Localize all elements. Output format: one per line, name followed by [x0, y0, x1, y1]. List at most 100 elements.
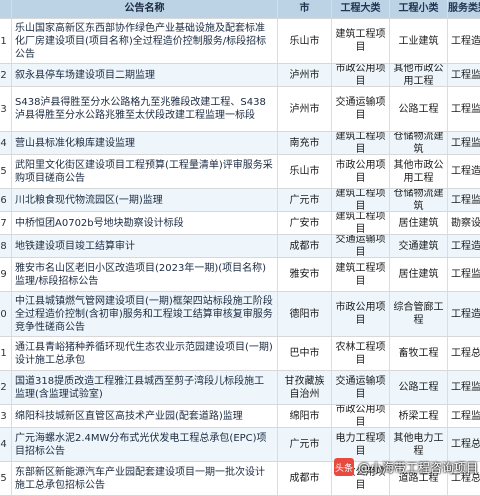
cell-name: 武阳里文化街区建设项目工程预算(工程量清单)评审服务采购项目磋商公告: [12, 155, 278, 188]
header-category: 工程大类: [332, 0, 390, 18]
cell-service: 工程造价: [451, 240, 480, 252]
cell-category: 交通运输项目: [332, 371, 390, 404]
cell-city: 南充市: [278, 132, 332, 154]
cell-subcategory: 居住建筑: [390, 212, 448, 234]
table-row[interactable]: 56川北粮食现代物流园区(一期)监理广元市建筑工程项目仓储物流建筑工程监理: [0, 189, 480, 212]
table-row[interactable]: 59雅安市名山区老旧小区改造项目(2023年一期)(项目名称)监理/标段招标公告…: [0, 258, 480, 292]
cell-no: 60: [0, 292, 12, 336]
cell-subcategory: 交通建筑: [390, 235, 448, 257]
cell-category: 建筑工程项目: [332, 19, 390, 63]
cell-subcategory: 畜牧工程: [390, 337, 448, 370]
cell-subcategory: 仓储物流建筑: [390, 132, 448, 154]
cell-no: 64: [0, 428, 12, 461]
cell-category: 交通运输项目: [332, 235, 390, 257]
cell-name: 国道318提质改造工程雅江县城西至剪子湾段儿标段施工监理(含监理试验室): [12, 371, 278, 404]
cell-category: 市政公用项目: [332, 405, 390, 427]
cell-no: 53: [0, 87, 12, 131]
table-row[interactable]: 51乐山国家高新区东西部协作绿色产业基础设施及配套标准化厂房建设项目(项目名称)…: [0, 19, 480, 64]
cell-no: 58: [0, 235, 12, 257]
cell-no: 55: [0, 155, 12, 188]
cell-name: 通江县青峪猪种养循环现代生态农业示范园建设项目(一期)设计施工总承包: [12, 337, 278, 370]
cell-subcategory: 居住建筑: [390, 258, 448, 291]
cell-no: 62: [0, 371, 12, 404]
cell-city: 成都市: [278, 235, 332, 257]
cell-service: 工程监理: [451, 382, 480, 393]
cell-category: 建筑工程项目: [332, 189, 390, 211]
cell-city: 乐山市: [278, 19, 332, 63]
cell-category: 建筑工程项目: [332, 132, 390, 154]
cell-no: 65: [0, 462, 12, 495]
cell-name: S438泸县得胜至分水公路格九至兆雅段改建工程、S438泸县得胜至分水公路兆雅至…: [12, 87, 278, 131]
cell-service: 工程造价: [451, 35, 480, 47]
cell-category: 市政公用项目: [332, 155, 390, 188]
table-row[interactable]: 62国道318提质改造工程雅江县城西至剪子湾段儿标段施工监理(含监理试验室)甘孜…: [0, 371, 480, 405]
cell-city: 广元市: [278, 428, 332, 461]
cell-city: 雅安市: [278, 258, 332, 291]
table-row[interactable]: 54营山县标准化粮库建设监理南充市建筑工程项目仓储物流建筑工程监理: [0, 132, 480, 155]
cell-subcategory: 其他市政公用工程: [390, 64, 448, 86]
cell-subcategory: 仓储物流建筑: [390, 189, 448, 211]
project-table: 公告名称 市 工程大类 工程小类 服务类别 51乐山国家高新区东西部协作绿色产业…: [0, 0, 480, 496]
cell-no: 54: [0, 132, 12, 154]
cell-service: 工程总承包: [451, 348, 480, 359]
cell-city: 巴中市: [278, 337, 332, 370]
cell-service: 工程监理: [451, 269, 480, 280]
header-no: [0, 0, 12, 18]
table-row[interactable]: 52叙永县停车场建设项目二期监理泸州市市政公用项目其他市政公用工程工程监理: [0, 64, 480, 87]
watermark: 头条 @小海带工程咨询项目: [333, 456, 478, 478]
table-row[interactable]: 53S438泸县得胜至分水公路格九至兆雅段改建工程、S438泸县得胜至分水公路兆…: [0, 87, 480, 132]
cell-city: 德阳市: [278, 292, 332, 336]
table-row[interactable]: 60中江县城镇燃气管网建设项目(一期)框架四站标段施工阶段全过程造价控制(含初审…: [0, 292, 480, 337]
cell-city: 乐山市: [278, 155, 332, 188]
cell-no: 61: [0, 337, 12, 370]
cell-name: 营山县标准化粮库建设监理: [12, 132, 278, 154]
cell-category: 市政公用项目: [332, 64, 390, 86]
cell-subcategory: 综合管廊工程: [390, 292, 448, 336]
cell-service: 工程监理: [451, 194, 480, 206]
toutiao-logo-icon: 头条: [333, 458, 354, 476]
cell-service: 勘察设计: [451, 217, 480, 229]
watermark-text: @小海带工程咨询项目: [357, 460, 478, 475]
cell-name: 广元海螺水泥2.4MW分布式光伏发电工程总承包(EPC)项目招标公告: [12, 428, 278, 461]
cell-no: 63: [0, 405, 12, 427]
cell-name: 地铁建设项目竣工结算审计: [12, 235, 278, 257]
cell-city: 绵阳市: [278, 405, 332, 427]
table-row[interactable]: 58地铁建设项目竣工结算审计成都市交通运输项目交通建筑工程造价: [0, 235, 480, 258]
cell-no: 56: [0, 189, 12, 211]
cell-category: 建筑工程项目: [332, 212, 390, 234]
cell-no: 51: [0, 19, 12, 63]
cell-city: 广安市: [278, 212, 332, 234]
table-row[interactable]: 63绵阳科技城新区直管区高技术产业园(配套道路)监理绵阳市市政公用项目桥梁工程工…: [0, 405, 480, 428]
cell-category: 农林工程项目: [332, 337, 390, 370]
cell-city: 泸州市: [278, 64, 332, 86]
header-subcategory: 工程小类: [390, 0, 448, 18]
table-row[interactable]: 55武阳里文化街区建设项目工程预算(工程量清单)评审服务采购项目磋商公告乐山市市…: [0, 155, 480, 189]
cell-name: 乐山国家高新区东西部协作绿色产业基础设施及配套标准化厂房建设项目(项目名称)全过…: [12, 19, 278, 63]
cell-service: 工程监理: [451, 410, 480, 422]
table-header: 公告名称 市 工程大类 工程小类 服务类别: [0, 0, 480, 19]
cell-category: 交通运输项目: [332, 87, 390, 131]
cell-subcategory: 公路工程: [390, 371, 448, 404]
cell-service: 工程监理: [451, 69, 480, 81]
cell-service: 工程造价: [451, 166, 480, 177]
cell-category: 市政公用项目: [332, 292, 390, 336]
cell-city: 广元市: [278, 189, 332, 211]
cell-name: 川北粮食现代物流园区(一期)监理: [12, 189, 278, 211]
header-name: 公告名称: [12, 0, 278, 18]
cell-subcategory: 工业建筑: [390, 19, 448, 63]
table-row[interactable]: 57中桥恒团A0702b号地块勘察设计标段广安市建筑工程项目居住建筑勘察设计: [0, 212, 480, 235]
cell-subcategory: 桥梁工程: [390, 405, 448, 427]
cell-service: 工程监理: [451, 103, 480, 115]
cell-no: 52: [0, 64, 12, 86]
header-city: 市: [278, 0, 332, 18]
cell-city: 成都市: [278, 462, 332, 495]
cell-subcategory: 其他市政公用工程: [390, 155, 448, 188]
cell-city: 甘孜藏族自治州: [278, 371, 332, 404]
cell-no: 59: [0, 258, 12, 291]
cell-no: 57: [0, 212, 12, 234]
cell-city: 泸州市: [278, 87, 332, 131]
cell-name: 中江县城镇燃气管网建设项目(一期)框架四站标段施工阶段全过程造价控制(含初审)服…: [12, 292, 278, 336]
cell-name: 绵阳科技城新区直管区高技术产业园(配套道路)监理: [12, 405, 278, 427]
cell-service: 工程造价: [451, 308, 480, 320]
table-row[interactable]: 61通江县青峪猪种养循环现代生态农业示范园建设项目(一期)设计施工总承包巴中市农…: [0, 337, 480, 371]
